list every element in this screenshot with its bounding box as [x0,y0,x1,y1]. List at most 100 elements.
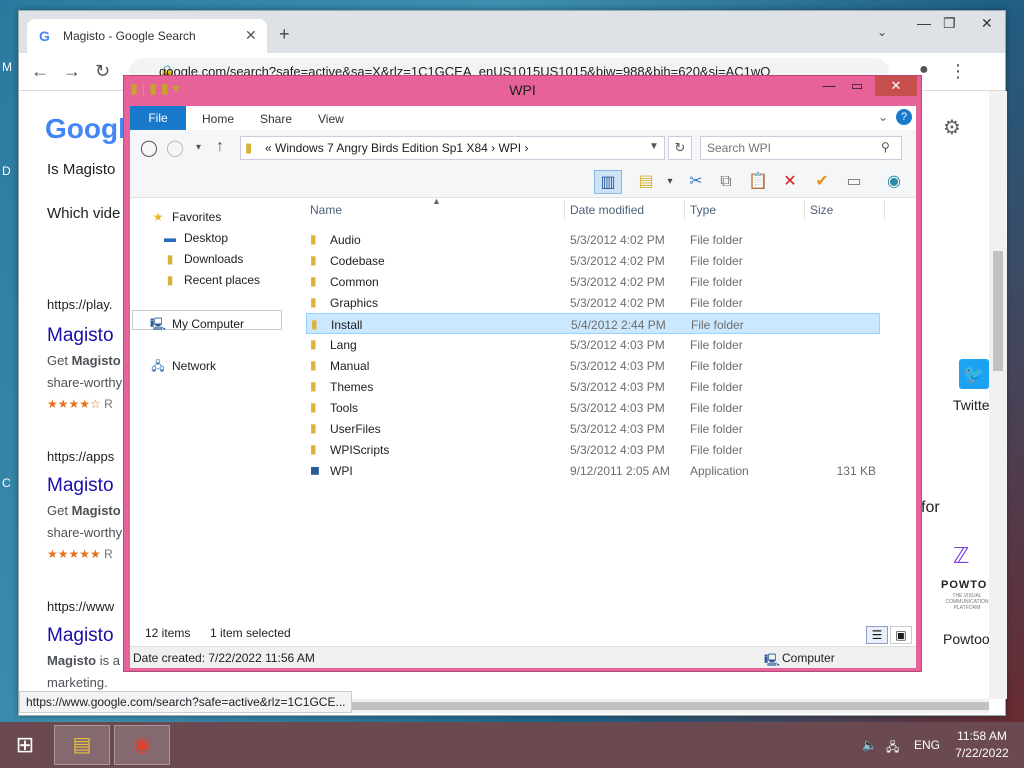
volume-muted-icon[interactable]: 🔈 [862,738,877,752]
scrollbar-thumb[interactable] [349,702,989,710]
file-row[interactable]: ◼ WPI 9/12/2011 2:05 AM Application 131 KB [306,460,880,481]
new-tab-icon[interactable]: + [279,24,290,45]
column-divider[interactable] [564,200,565,220]
powtoon-label[interactable]: Powtoo [943,631,989,647]
details-view-icon[interactable]: ☰ [866,626,888,644]
section-heading: for [921,499,940,516]
windows-start-icon[interactable]: ⊞ [0,722,50,768]
folder-icon: ▮ [310,232,317,246]
preview-pane-icon[interactable]: ▥ [594,170,622,194]
file-name: Themes [330,380,374,394]
chevron-down-icon[interactable]: ▼ [649,141,659,152]
chevron-down-icon[interactable]: ▾ [656,170,684,194]
large-icons-view-icon[interactable]: ▣ [890,626,912,644]
desktop-icon-label: D [2,164,11,178]
file-type: File folder [690,380,743,394]
tab-view[interactable]: View [318,112,344,126]
check-icon[interactable]: ✔ [808,170,836,194]
close-tab-icon[interactable]: ✕ [245,27,257,44]
network-tray-icon[interactable]: 🖧 [886,738,899,759]
file-row[interactable]: ▮ Tools 5/3/2012 4:03 PM File folder [306,397,880,418]
copy-icon[interactable]: ⧉ [712,170,740,194]
column-divider[interactable] [804,200,805,220]
maximize-icon[interactable]: ❐ [943,15,956,32]
file-row[interactable]: ▮ Codebase 5/3/2012 4:02 PM File folder [306,250,880,271]
related-question[interactable]: Which vide [47,205,120,222]
search-icon: ⚲ [881,140,890,154]
file-row[interactable]: ▮ Lang 5/3/2012 4:03 PM File folder [306,334,880,355]
nav-network[interactable]: 🖧 Network [150,357,216,378]
system-clock[interactable]: 11:58 AM 7/22/2022 [950,728,1014,762]
horizontal-scrollbar[interactable] [349,699,989,713]
file-explorer-taskbar-icon[interactable]: ▤ [54,725,110,765]
file-row[interactable]: ▮ Manual 5/3/2012 4:03 PM File folder [306,355,880,376]
file-row[interactable]: ▮ WPIScripts 5/3/2012 4:03 PM File folder [306,439,880,460]
search-input[interactable] [707,140,877,156]
column-type[interactable]: Type [690,203,716,217]
more-menu-icon[interactable]: ⋮ [949,61,967,82]
file-name: WPI [330,464,353,478]
twitter-icon[interactable]: 🐦 [959,359,989,389]
folder-icon: ▮ [310,253,317,267]
nav-recent-places[interactable]: ▮ Recent places [162,273,260,287]
help-icon[interactable]: ? [896,109,912,125]
twitter-label[interactable]: Twitte [953,397,989,413]
nav-favorites[interactable]: ★ Favorites [150,210,222,224]
expand-ribbon-icon[interactable]: ⌄ [878,110,888,124]
tab-search-chevron-icon[interactable]: ⌄ [877,25,887,39]
back-icon[interactable]: ← [31,61,49,82]
result-title[interactable]: Magisto [47,475,114,497]
breadcrumb[interactable]: « Windows 7 Angry Birds Edition Sp1 X84 … [265,141,528,155]
tab-share[interactable]: Share [260,112,292,126]
minimize-icon[interactable]: — [917,15,931,31]
rename-icon[interactable]: ▭ [840,170,868,194]
refresh-button[interactable]: ↻ [668,136,692,160]
shell-icon[interactable]: ◉ [880,170,908,194]
language-indicator[interactable]: ENG [914,738,940,752]
delete-icon[interactable]: ✕ [776,170,804,194]
tab-file[interactable]: File [130,106,186,130]
chrome-taskbar-icon[interactable]: ◉ [114,725,170,765]
column-divider[interactable] [684,200,685,220]
file-row[interactable]: ▮ Themes 5/3/2012 4:03 PM File folder [306,376,880,397]
tab-home[interactable]: Home [202,112,234,126]
file-name: Tools [330,401,359,415]
recent-locations-icon[interactable]: ▾ [196,142,201,153]
reload-icon[interactable]: ↻ [95,61,110,82]
related-question[interactable]: Is Magisto [47,161,115,178]
file-row-selected[interactable]: ▮ Install 5/4/2012 2:44 PM File folder [306,313,880,334]
settings-gear-icon[interactable]: ⚙ [943,115,961,140]
nav-desktop[interactable]: ▬ Desktop [162,231,228,245]
column-divider[interactable] [884,200,885,220]
file-row[interactable]: ▮ Common 5/3/2012 4:02 PM File folder [306,271,880,292]
vertical-scrollbar[interactable] [989,91,1007,699]
file-date: 5/3/2012 4:02 PM [570,275,665,289]
up-icon[interactable]: ↑ [216,138,224,156]
maximize-icon[interactable]: ▭ [844,76,870,96]
back-icon[interactable]: ◯ [140,138,158,158]
nav-downloads[interactable]: ▮ Downloads [162,252,244,266]
details-bar: Date created: 7/22/2022 11:56 AM 🖳 Compu… [130,646,916,668]
result-title[interactable]: Magisto [47,625,114,647]
address-bar[interactable]: ▮ « Windows 7 Angry Birds Edition Sp1 X8… [240,136,665,160]
minimize-icon[interactable]: — [816,76,842,96]
nav-my-computer[interactable]: 🖳 My Computer [150,315,244,336]
column-date-modified[interactable]: Date modified [570,203,644,217]
file-row[interactable]: ▮ UserFiles 5/3/2012 4:03 PM File folder [306,418,880,439]
close-icon[interactable]: ✕ [981,15,993,32]
file-row[interactable]: ▮ Graphics 5/3/2012 4:02 PM File folder [306,292,880,313]
result-title[interactable]: Magisto [47,325,114,347]
paste-icon[interactable]: 📋 [744,170,772,194]
column-size[interactable]: Size [810,203,833,217]
column-name[interactable]: Name [310,203,342,217]
forward-icon[interactable]: → [63,61,81,82]
cut-icon[interactable]: ✂ [682,170,710,194]
close-icon[interactable]: ✕ [875,76,917,96]
result-snippet: Magisto is a [47,653,120,668]
search-box[interactable]: ⚲ [700,136,902,160]
file-row[interactable]: ▮ Audio 5/3/2012 4:02 PM File folder [306,229,880,250]
browser-tab[interactable]: G Magisto - Google Search ✕ [27,19,267,53]
scrollbar-thumb[interactable] [993,251,1003,371]
file-type: File folder [690,275,743,289]
forward-icon[interactable]: ◯ [166,138,184,158]
